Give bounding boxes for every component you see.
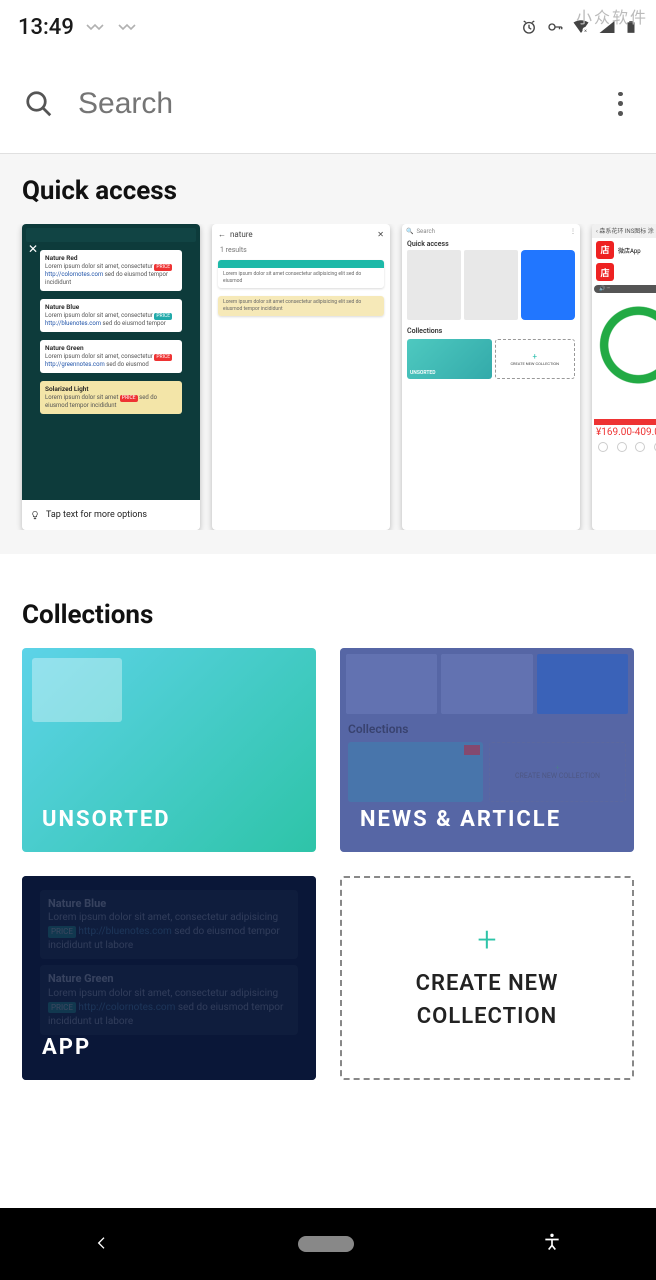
svg-text:×: ×	[584, 28, 587, 34]
quick-access-row[interactable]: ✕ Nature RedLorem ipsum dolor sit amet, …	[0, 224, 656, 530]
hint-text: Tap text for more options	[46, 510, 147, 520]
collection-app[interactable]: Nature BlueLorem ipsum dolor sit amet, c…	[22, 876, 316, 1080]
status-bar: 13:49 × 小众软件	[0, 0, 656, 54]
collections-title: Collections	[22, 600, 634, 630]
quick-card[interactable]: 🔍Search⋮ Quick access Collections UNSORT…	[402, 224, 580, 530]
wave-icon	[86, 20, 106, 34]
wave-icon	[118, 20, 138, 34]
search-icon	[24, 89, 54, 119]
overflow-menu-icon[interactable]	[608, 92, 632, 116]
nav-home-pill[interactable]	[298, 1236, 354, 1252]
alarm-icon	[520, 18, 538, 36]
key-icon	[546, 18, 564, 36]
watermark: 小众软件	[576, 4, 648, 28]
collection-unsorted[interactable]: UNSORTED	[22, 648, 316, 852]
lightbulb-icon	[30, 510, 40, 520]
status-time: 13:49	[18, 15, 74, 40]
quick-access-title: Quick access	[22, 176, 634, 206]
search-bar[interactable]	[0, 54, 656, 154]
collection-news[interactable]: Collections +CREATE NEW COLLECTION NEWS …	[340, 648, 634, 852]
nav-accessibility-icon[interactable]	[542, 1232, 562, 1256]
back-icon: ←	[218, 230, 226, 239]
quick-card[interactable]: ←nature✕ 1 results Lorem ipsum dolor sit…	[212, 224, 390, 530]
create-collection-button[interactable]: + CREATE NEW COLLECTION	[340, 876, 634, 1080]
quick-access-section: Quick access ✕ Nature RedLorem ipsum dol…	[0, 154, 656, 554]
search-icon: 🔍	[406, 228, 413, 235]
plus-icon: +	[477, 923, 496, 957]
close-icon: ✕	[28, 244, 38, 254]
collections-section: Collections UNSORTED Collections +CREATE…	[0, 554, 656, 1080]
quick-card[interactable]: ✕ Nature RedLorem ipsum dolor sit amet, …	[22, 224, 200, 530]
close-icon: ✕	[377, 230, 384, 239]
system-nav-bar	[0, 1208, 656, 1280]
nav-back-icon[interactable]	[94, 1232, 110, 1256]
create-collection-label: CREATE NEW COLLECTION	[416, 967, 559, 1033]
search-input[interactable]	[78, 87, 608, 121]
quick-card[interactable]: ‹ 森系花环 INS图标 涂 店微店App 店 🔊 ··· ¥169.00-40…	[592, 224, 656, 530]
